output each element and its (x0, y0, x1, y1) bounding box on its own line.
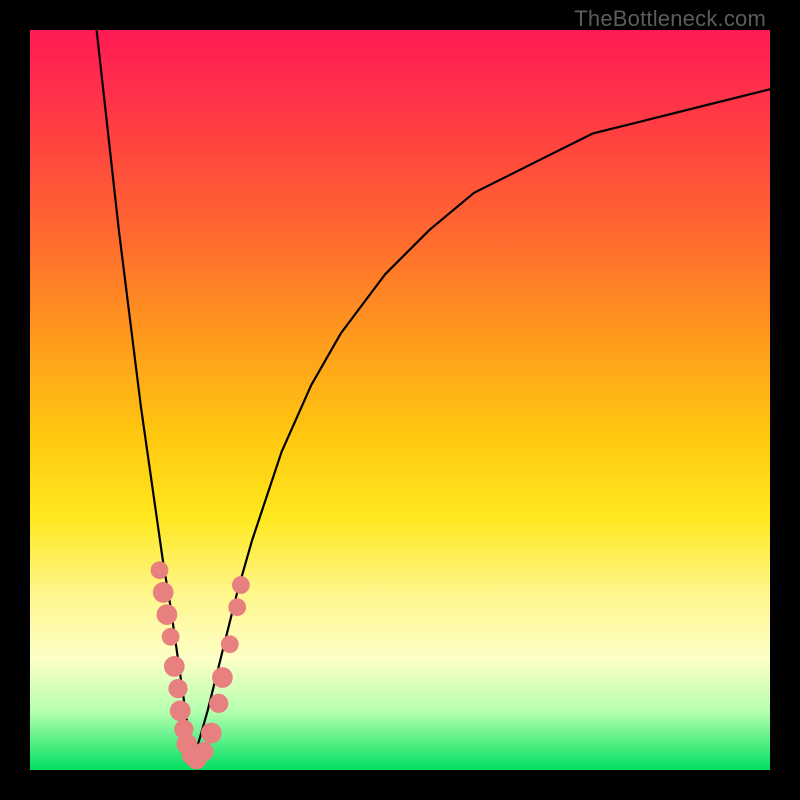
data-marker (164, 656, 185, 677)
data-marker (151, 561, 169, 579)
watermark-text: TheBottleneck.com (574, 6, 766, 32)
data-marker (162, 628, 180, 646)
outer-frame: TheBottleneck.com (0, 0, 800, 800)
data-marker (228, 598, 246, 616)
data-marker (212, 667, 233, 688)
data-marker (170, 700, 191, 721)
data-marker (194, 742, 213, 761)
data-marker (157, 604, 178, 625)
data-marker (221, 635, 239, 653)
series-right-branch (193, 89, 770, 762)
chart-svg (30, 30, 770, 770)
curve-group (97, 30, 770, 763)
plot-area (30, 30, 770, 770)
data-marker (153, 582, 174, 603)
data-marker (201, 723, 222, 744)
data-marker (232, 576, 250, 594)
data-marker (168, 679, 187, 698)
data-marker (209, 694, 228, 713)
series-left-branch (97, 30, 193, 763)
